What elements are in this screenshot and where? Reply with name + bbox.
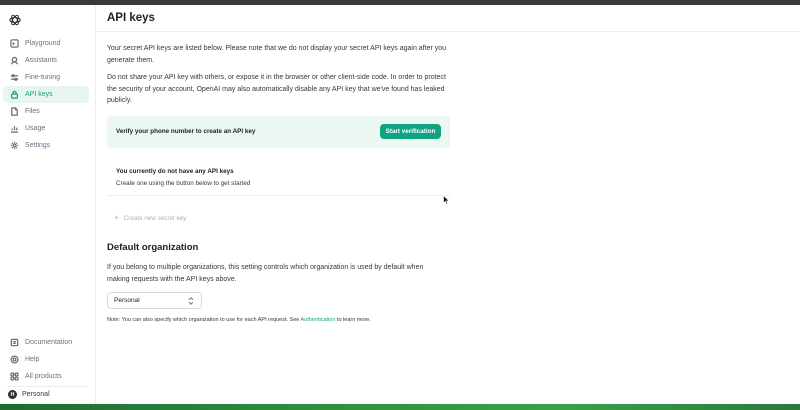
page-title: API keys bbox=[107, 12, 155, 24]
note-suffix: to learn more. bbox=[335, 317, 371, 323]
warning-text: Do not share your API key with others, o… bbox=[107, 74, 446, 104]
sidebar-item-fine-tuning[interactable]: Fine-tuning bbox=[3, 69, 89, 86]
sidebar-item-label: Playground bbox=[25, 40, 61, 47]
sidebar-item-assistants[interactable]: Assistants bbox=[3, 52, 89, 69]
verify-banner: Verify your phone number to create an AP… bbox=[107, 116, 450, 148]
avatar: H bbox=[8, 390, 17, 399]
start-verification-button[interactable]: Start verification bbox=[380, 124, 441, 139]
create-secret-key-button[interactable]: + Create new secret key bbox=[114, 214, 186, 222]
gear-icon bbox=[9, 141, 19, 151]
empty-state-subtitle: Create one using the button below to get… bbox=[116, 180, 251, 187]
authentication-link[interactable]: Authentication bbox=[301, 317, 336, 323]
window-bottom-bar bbox=[0, 404, 800, 410]
sidebar-item-all-products[interactable]: All products bbox=[3, 368, 89, 385]
sidebar-item-usage[interactable]: Usage bbox=[3, 120, 89, 137]
chevron-up-down-icon bbox=[188, 297, 194, 305]
sidebar-item-playground[interactable]: Playground bbox=[3, 35, 89, 52]
sidebar-item-documentation[interactable]: Documentation bbox=[3, 334, 89, 351]
account-switcher[interactable]: H Personal bbox=[8, 390, 50, 399]
create-secret-key-label: Create new secret key bbox=[123, 214, 187, 222]
sidebar-item-label: Fine-tuning bbox=[25, 74, 61, 81]
grid-icon bbox=[9, 372, 19, 382]
sidebar-item-label: API keys bbox=[25, 91, 53, 98]
sidebar-item-label: Help bbox=[25, 356, 40, 363]
lock-icon bbox=[9, 90, 19, 100]
default-organization-heading: Default organization bbox=[107, 242, 199, 253]
openai-logo-icon[interactable] bbox=[8, 13, 22, 27]
file-icon bbox=[9, 107, 19, 117]
help-icon bbox=[9, 355, 19, 365]
plus-icon: + bbox=[114, 213, 119, 222]
sidebar-item-label: All products bbox=[25, 373, 62, 380]
sidebar-item-label: Files bbox=[25, 108, 40, 115]
default-organization-description: If you belong to multiple organizations,… bbox=[107, 264, 424, 283]
sidebar-item-api-keys[interactable]: API keys bbox=[3, 86, 89, 103]
organization-note: Note: You can also specify which organiz… bbox=[107, 317, 371, 323]
sidebar-divider bbox=[6, 386, 88, 387]
assistants-icon bbox=[9, 56, 19, 66]
intro-text: Your secret API keys are listed below. P… bbox=[107, 45, 447, 64]
usage-icon bbox=[9, 124, 19, 134]
main-content: API keys Your secret API keys are listed… bbox=[96, 5, 800, 404]
book-icon bbox=[9, 338, 19, 348]
intro-section: Your secret API keys are listed below. P… bbox=[107, 43, 452, 113]
fine-tuning-icon bbox=[9, 73, 19, 83]
sidebar-item-files[interactable]: Files bbox=[3, 103, 89, 120]
organization-select-value: Personal bbox=[114, 297, 140, 304]
empty-state-title: You currently do not have any API keys bbox=[116, 168, 234, 175]
page-header: API keys bbox=[96, 5, 800, 32]
verify-text: Verify your phone number to create an AP… bbox=[116, 128, 256, 135]
sidebar-nav: Playground Assistants Fine-tuning API ke… bbox=[3, 35, 89, 154]
playground-icon bbox=[9, 39, 19, 49]
account-name: Personal bbox=[22, 391, 50, 398]
sidebar: Playground Assistants Fine-tuning API ke… bbox=[0, 5, 96, 404]
sidebar-bottom-nav: Documentation Help All products bbox=[3, 334, 89, 385]
sidebar-item-label: Assistants bbox=[25, 57, 57, 64]
sidebar-item-label: Settings bbox=[25, 142, 51, 149]
sidebar-item-label: Usage bbox=[25, 125, 46, 132]
mouse-pointer-icon bbox=[443, 195, 450, 205]
sidebar-item-settings[interactable]: Settings bbox=[3, 137, 89, 154]
sidebar-item-label: Documentation bbox=[25, 339, 73, 346]
organization-select[interactable]: Personal bbox=[107, 292, 202, 309]
empty-state-divider bbox=[107, 195, 450, 196]
sidebar-item-help[interactable]: Help bbox=[3, 351, 89, 368]
note-prefix: Note: You can also specify which organiz… bbox=[107, 317, 301, 323]
